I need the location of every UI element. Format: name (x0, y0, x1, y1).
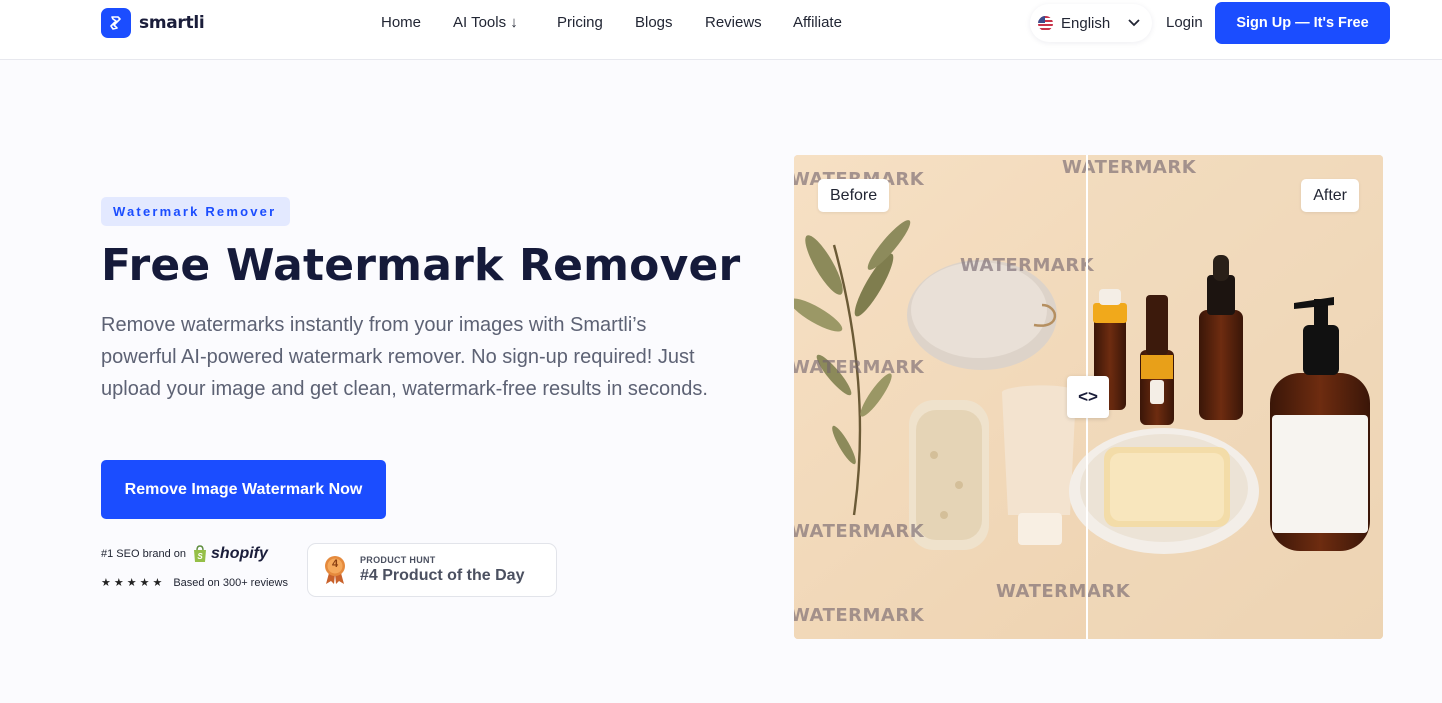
watermark-text: WATERMARK (794, 521, 925, 542)
slider-handle-icon[interactable]: <> (1067, 376, 1109, 418)
medal-rank: 4 (331, 558, 339, 570)
shopify-prefix: #1 SEO brand on (101, 548, 187, 560)
nav-affiliate[interactable]: Affiliate (793, 14, 842, 31)
reviews-count: Based on 300+ reviews (173, 576, 288, 589)
product-hunt-label: PRODUCT HUNT (360, 555, 436, 565)
page-title: Free Watermark Remover (101, 240, 741, 291)
svg-text:S: S (197, 552, 203, 561)
remove-watermark-button[interactable]: Remove Image Watermark Now (101, 460, 386, 519)
product-hunt-rank: #4 Product of the Day (360, 567, 525, 584)
rating-row: ★★★★★ Based on 300+ reviews (101, 576, 288, 590)
chevron-down-icon (1128, 19, 1140, 27)
medal-icon: 4 (322, 555, 348, 585)
language-label: English (1061, 14, 1111, 32)
site-header: smartli Home AI Tools ↓ Pricing Blogs Re… (0, 0, 1442, 60)
watermark-text: WATERMARK (960, 255, 1095, 276)
language-selector[interactable]: English (1030, 4, 1152, 42)
hero-badge: Watermark Remover (101, 197, 291, 226)
watermark-text: WATERMARK (996, 581, 1131, 602)
before-label: Before (818, 179, 890, 212)
shopify-bag-icon: S (194, 545, 207, 562)
brand-name: smartli (139, 13, 205, 33)
nav-reviews[interactable]: Reviews (705, 14, 762, 31)
watermark-text: WATERMARK (1062, 157, 1197, 178)
us-flag-icon (1038, 15, 1053, 31)
nav-ai-tools[interactable]: AI Tools ↓ (453, 14, 518, 31)
shopify-logo: S shopify (192, 545, 268, 563)
watermark-text: WATERMARK (794, 605, 925, 626)
star-rating-icon: ★★★★★ (101, 577, 166, 589)
nav-pricing[interactable]: Pricing (557, 14, 603, 31)
hero-description: Remove watermarks instantly from your im… (101, 314, 708, 400)
nav-blogs[interactable]: Blogs (635, 14, 673, 31)
nav-home[interactable]: Home (381, 14, 421, 31)
shopify-badge: #1 SEO brand on S shopify (101, 545, 268, 563)
watermark-text: WATERMARK (794, 357, 925, 378)
login-link[interactable]: Login (1166, 14, 1203, 31)
brand-logo[interactable]: smartli (101, 8, 205, 38)
logo-icon (101, 8, 131, 38)
product-hunt-badge[interactable]: 4 PRODUCT HUNT #4 Product of the Day (307, 543, 557, 597)
shopify-wordmark: shopify (211, 545, 268, 562)
signup-button[interactable]: Sign Up — It's Free (1215, 2, 1390, 44)
before-after-comparison[interactable]: WATERMARK WATERMARK WATERMARK WATERMARK … (794, 155, 1383, 639)
after-label: After (1301, 179, 1359, 212)
